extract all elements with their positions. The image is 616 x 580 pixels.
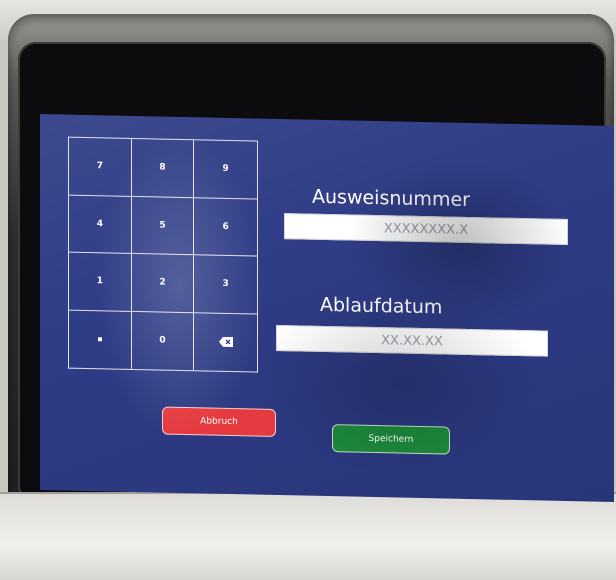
abort-button[interactable]: Abbruch <box>162 406 276 437</box>
id-number-field[interactable]: XXXXXXXX.X <box>284 213 568 246</box>
key-2[interactable]: 2 <box>131 253 195 313</box>
key-7[interactable]: 7 <box>69 137 132 197</box>
id-number-label: Ausweisnummer <box>312 185 470 212</box>
key-5[interactable]: 5 <box>131 196 195 256</box>
numeric-keypad: 7 8 9 4 5 6 1 2 3 0 <box>68 136 258 373</box>
key-3[interactable]: 3 <box>194 255 257 315</box>
key-8[interactable]: 8 <box>131 138 195 198</box>
key-1[interactable]: 1 <box>69 252 132 312</box>
key-backspace[interactable] <box>194 313 257 372</box>
expiry-date-field[interactable]: XX.XX.XX <box>276 324 548 357</box>
save-button[interactable]: Speichern <box>332 424 450 455</box>
decimal-point-icon <box>97 337 102 342</box>
key-6[interactable]: 6 <box>194 197 257 257</box>
display-screen: 7 8 9 4 5 6 1 2 3 0 Ausweisnummer XXXXXX… <box>40 114 614 503</box>
terminal-ledge <box>0 492 616 580</box>
key-9[interactable]: 9 <box>194 140 257 200</box>
backspace-icon <box>218 337 233 348</box>
key-4[interactable]: 4 <box>69 195 132 254</box>
key-0[interactable]: 0 <box>131 311 195 371</box>
key-decimal[interactable] <box>69 310 132 369</box>
expiry-date-label: Ablaufdatum <box>320 293 443 319</box>
